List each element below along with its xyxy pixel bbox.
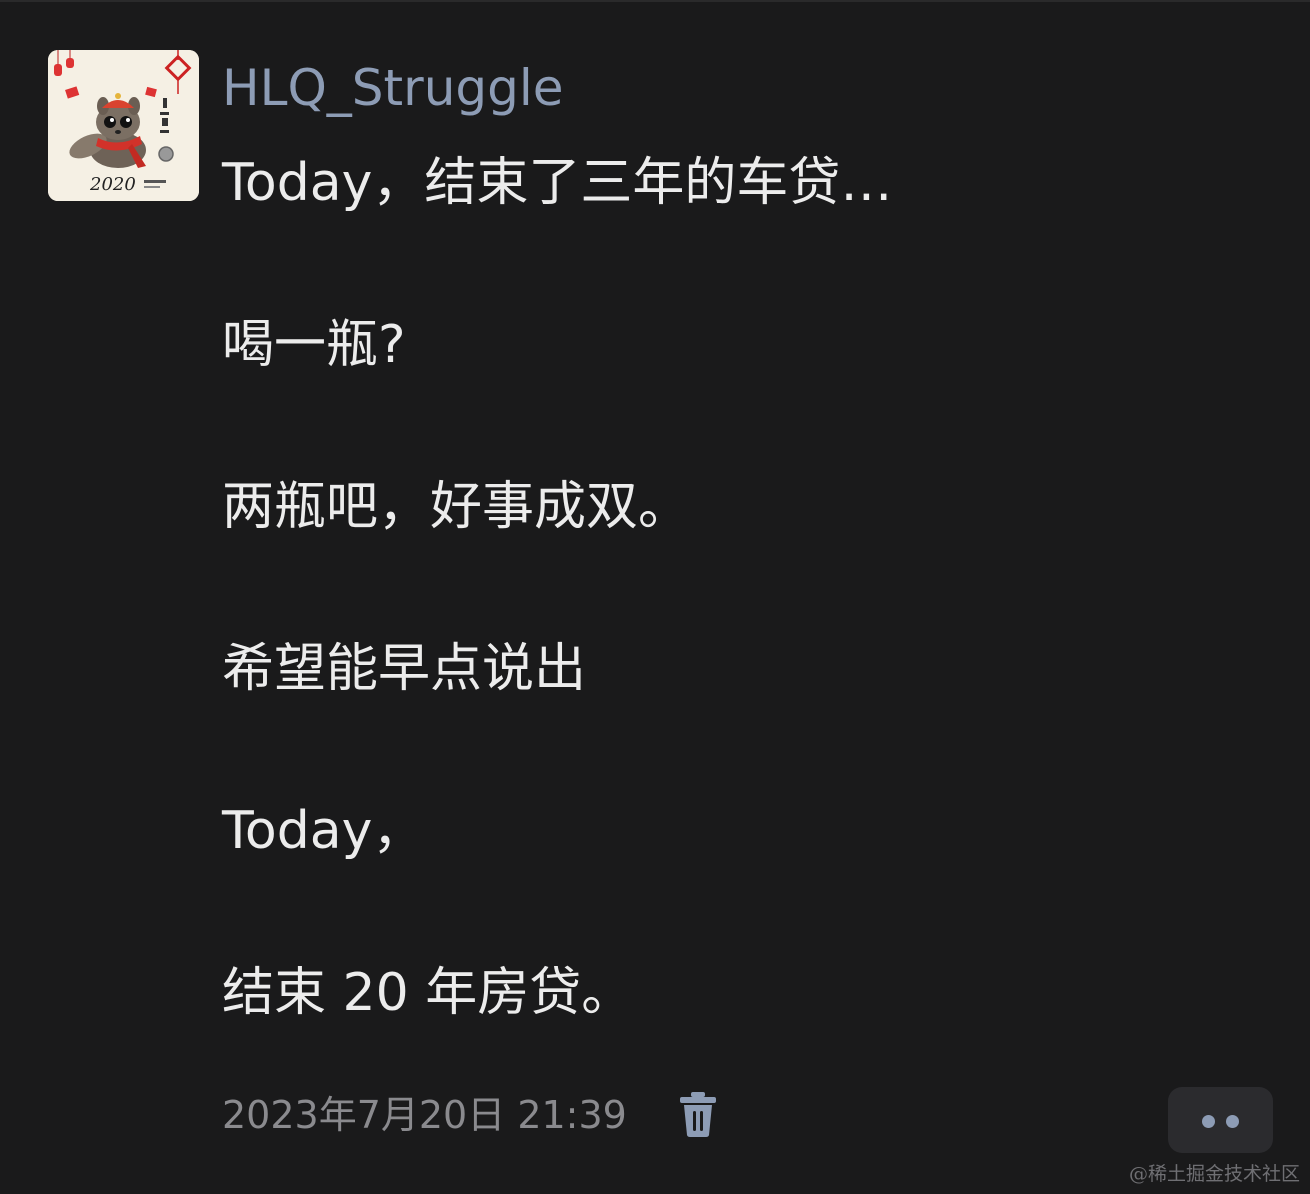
avatar-year-text: 2020 [89, 174, 136, 195]
post-line-6: 结束 20 年房贷。 [222, 963, 634, 1023]
post-line-2: 喝一瓶? [222, 315, 406, 375]
post-line-5: Today， [222, 801, 425, 861]
more-options-button[interactable] [1168, 1087, 1273, 1153]
delete-button[interactable] [674, 1088, 722, 1140]
user-avatar[interactable]: 2020 [48, 50, 199, 201]
post-line-4: 希望能早点说出 [222, 639, 587, 699]
post-timestamp: 2023年7月20日 21:39 [222, 1093, 627, 1137]
watermark: @稀土掘金技术社区 [1128, 1163, 1300, 1185]
username[interactable]: HLQ_Struggle [222, 58, 564, 118]
top-divider [0, 0, 1310, 2]
avatar-illustration: 2020 [48, 50, 199, 201]
more-dots-icon [1226, 1115, 1239, 1128]
trash-icon [680, 1092, 716, 1137]
post-line-1: Today，结束了三年的车贷… [222, 153, 893, 213]
post-line-3: 两瓶吧，好事成双。 [222, 477, 691, 537]
more-dots-icon [1202, 1115, 1215, 1128]
